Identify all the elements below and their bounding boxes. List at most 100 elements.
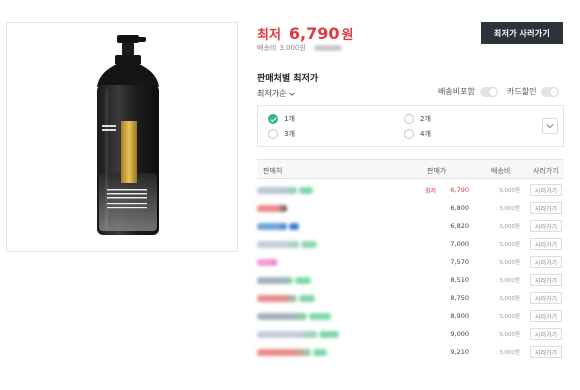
expand-options-button[interactable] (542, 118, 558, 134)
seller-badge (289, 223, 299, 230)
section-title: 판매처별 최저가 (257, 74, 319, 84)
header-go: 사러가기 (533, 167, 559, 175)
row-shipping: 3,000원 (499, 278, 520, 284)
shipping-label: 배송비 (257, 44, 277, 52)
buy-lowest-button[interactable]: 최저가 사러가기 (481, 22, 563, 44)
shipping-info: 배송비 3,000원 (257, 43, 342, 53)
price-label: 최저 (257, 28, 281, 43)
go-to-seller-button[interactable]: 사러가기 (530, 238, 562, 250)
table-row: 최저 6,790 3,000원 사러가기 (257, 181, 564, 199)
go-to-seller-button[interactable]: 사러가기 (530, 202, 562, 214)
blurred-seller-name[interactable] (257, 349, 311, 356)
seller-badge (319, 331, 339, 338)
quantity-label: 4개 (420, 130, 431, 138)
blurred-seller-name (313, 45, 342, 51)
row-shipping: 3,000원 (499, 224, 520, 230)
row-shipping: 3,000원 (499, 242, 520, 248)
blurred-seller-name[interactable] (257, 187, 297, 194)
row-price: 8,900 (450, 312, 469, 320)
quantity-option-2[interactable]: 2개 (404, 114, 431, 124)
row-price: 8,750 (450, 294, 469, 302)
sort-dropdown[interactable]: 최저가순 (257, 88, 296, 99)
row-price: 6,790 (450, 186, 469, 194)
row-shipping: 3,000원 (499, 206, 520, 212)
go-to-seller-button[interactable]: 사러가기 (530, 292, 562, 304)
table-row: 9,000 3,000원 사러가기 (257, 325, 564, 343)
seller-badge (313, 349, 327, 356)
quantity-option-1[interactable]: 1개 (268, 114, 295, 124)
quantity-option-4[interactable]: 4개 (404, 129, 431, 139)
quantity-label: 3개 (284, 130, 295, 138)
header-shipping: 배송비 (491, 167, 511, 175)
table-row: 8,900 3,000원 사러가기 (257, 307, 564, 325)
blurred-seller-name[interactable] (257, 295, 297, 302)
quantity-option-3[interactable]: 3개 (268, 129, 295, 139)
radio-icon[interactable] (404, 114, 414, 124)
blurred-seller-name[interactable] (257, 331, 317, 338)
shipping-value: 3,000원 (279, 44, 306, 52)
row-price: 6,820 (450, 222, 469, 230)
row-shipping: 3,000원 (499, 314, 520, 320)
blurred-seller-name[interactable] (257, 313, 307, 320)
sort-label: 최저가순 (257, 89, 287, 98)
lowest-price: 최저 6,790 원 (257, 24, 354, 43)
table-row: 6,820 3,000원 사러가기 (257, 217, 564, 235)
row-shipping: 3,000원 (499, 188, 520, 194)
go-to-seller-button[interactable]: 사러가기 (530, 328, 562, 340)
toggle-switch[interactable] (479, 86, 498, 97)
shampoo-bottle-image (97, 35, 159, 235)
table-row: 8,510 3,000원 사러가기 (257, 271, 564, 289)
price-unit: 원 (341, 28, 354, 43)
go-to-seller-button[interactable]: 사러가기 (530, 220, 562, 232)
toggle-knob (550, 87, 559, 96)
table-row: 7,000 3,000원 사러가기 (257, 235, 564, 253)
seller-badge (299, 295, 315, 302)
toggle-card-discount[interactable]: 카드할인 (507, 86, 560, 97)
go-to-seller-button[interactable]: 사러가기 (530, 346, 562, 358)
row-price: 8,510 (450, 276, 469, 284)
row-price: 7,000 (450, 240, 469, 248)
toggle-label: 카드할인 (507, 87, 537, 96)
price-value: 6,790 (288, 24, 340, 43)
quantity-label: 2개 (420, 115, 431, 123)
go-to-seller-button[interactable]: 사러가기 (530, 184, 562, 196)
header-price: 판매가 (427, 167, 447, 175)
toggle-shipping-included[interactable]: 배송비포함 (438, 86, 498, 97)
seller-badge (309, 313, 331, 320)
go-to-seller-button[interactable]: 사러가기 (530, 310, 562, 322)
header-seller: 판매처 (263, 167, 283, 175)
toggle-switch[interactable] (541, 86, 560, 97)
table-row: 6,800 3,000원 사러가기 (257, 199, 564, 217)
radio-icon[interactable] (268, 129, 278, 139)
table-row: 7,570 3,000원 사러가기 (257, 253, 564, 271)
table-row: 9,210 3,000원 사러가기 (257, 343, 564, 361)
row-shipping: 3,000원 (499, 260, 520, 266)
radio-icon[interactable] (404, 129, 414, 139)
table-row: 8,750 3,000원 사러가기 (257, 289, 564, 307)
product-image (6, 22, 238, 252)
row-price: 9,000 (450, 330, 469, 338)
chevron-down-icon (289, 91, 296, 96)
chevron-down-icon (546, 124, 554, 129)
seller-table: 최저 6,790 3,000원 사러가기 6,800 3,000원 사러가기 6,820 3,0… (257, 181, 564, 361)
quantity-options: 1개 2개 3개 4개 (257, 105, 564, 147)
quantity-label: 1개 (284, 115, 295, 123)
seller-badge (299, 187, 313, 194)
toggle-knob (488, 87, 497, 96)
check-icon[interactable] (268, 114, 278, 124)
row-shipping: 3,000원 (499, 350, 520, 356)
go-to-seller-button[interactable]: 사러가기 (530, 274, 562, 286)
row-shipping: 3,000원 (499, 332, 520, 338)
row-price: 6,800 (450, 204, 469, 212)
toggle-label: 배송비포함 (438, 87, 475, 96)
blurred-seller-name[interactable] (257, 277, 293, 284)
seller-badge (301, 241, 317, 248)
seller-table-header: 판매처 판매가 배송비 사러가기 (257, 159, 564, 179)
blurred-seller-name[interactable] (257, 223, 287, 230)
blurred-seller-name[interactable] (257, 205, 287, 212)
row-price: 7,570 (450, 258, 469, 266)
blurred-seller-name[interactable] (257, 241, 299, 248)
seller-badge (295, 277, 311, 284)
go-to-seller-button[interactable]: 사러가기 (530, 256, 562, 268)
blurred-seller-name[interactable] (257, 259, 277, 266)
